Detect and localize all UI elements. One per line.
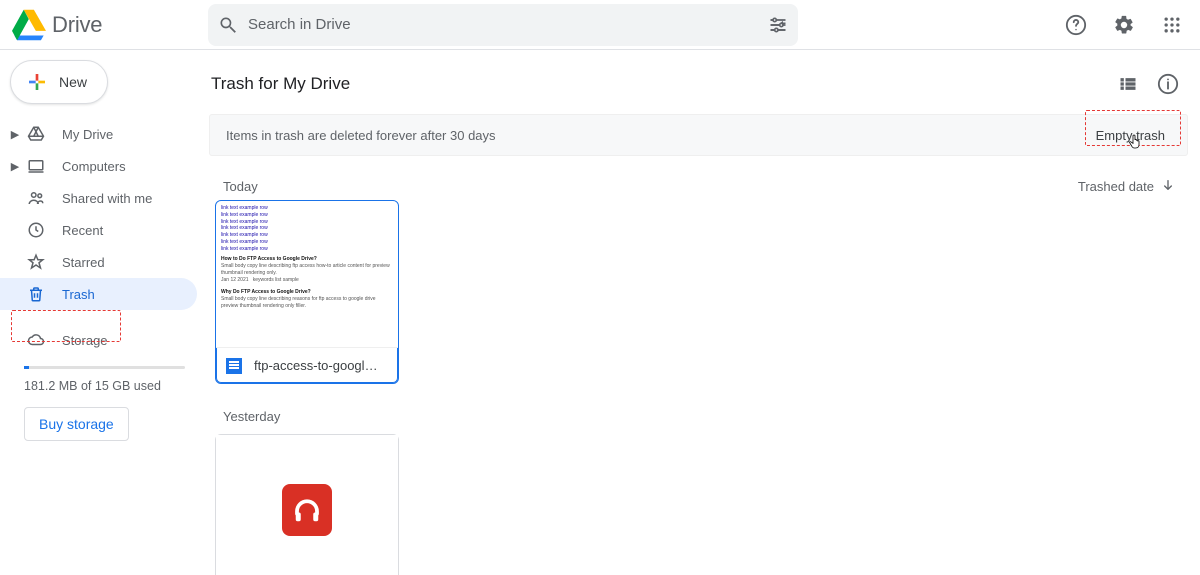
nav-label: Starred [62,255,105,270]
nav-label: My Drive [62,127,113,142]
trash-info-banner: Items in trash are deleted forever after… [209,114,1188,156]
my-drive-icon [26,124,46,144]
arrow-down-icon [1160,178,1176,194]
computer-icon [26,156,46,176]
trash-icon [26,284,46,304]
file-thumbnail: link text example row link text example … [216,201,398,347]
sidebar: New ▶ My Drive ▶ Computers ▶ Shared with… [0,50,209,575]
search-bar[interactable] [208,4,798,46]
file-thumbnail [216,435,398,575]
search-icon [218,15,238,35]
file-grid-today: link text example row link text example … [209,200,1200,384]
buy-storage-button[interactable]: Buy storage [24,407,129,441]
star-icon [26,252,46,272]
section-yesterday-label: Yesterday [223,409,280,424]
main-panel: Trash for My Drive Items in trash are de… [209,50,1200,575]
header-actions [1056,5,1192,45]
nav-label: Computers [62,159,126,174]
settings-gear-icon[interactable] [1104,5,1144,45]
banner-text: Items in trash are deleted forever after… [226,128,1090,143]
sidebar-item-shared[interactable]: ▶ Shared with me [0,182,197,214]
section-yesterday: Yesterday [209,384,1200,428]
search-input[interactable] [248,16,768,33]
page-title: Trash for My Drive [211,74,1108,94]
nav-list: ▶ My Drive ▶ Computers ▶ Shared with me … [0,118,209,356]
storage-block: 181.2 MB of 15 GB used [0,356,209,393]
nav-label: Trash [62,287,95,302]
sidebar-item-trash[interactable]: ▶ Trash [0,278,197,310]
sidebar-item-computers[interactable]: ▶ Computers [0,150,197,182]
apps-grid-icon[interactable] [1152,5,1192,45]
search-options-icon[interactable] [768,15,788,35]
people-icon [26,188,46,208]
chevron-right-icon[interactable]: ▶ [8,160,22,173]
main-header: Trash for My Drive [209,64,1200,114]
help-icon[interactable] [1056,5,1096,45]
section-header-row: Today Trashed date [209,156,1200,200]
clock-icon [26,220,46,240]
sidebar-item-recent[interactable]: ▶ Recent [0,214,197,246]
logo-area[interactable]: Drive [12,8,208,42]
nav-label: Storage [62,333,108,348]
chevron-right-icon[interactable]: ▶ [8,128,22,141]
cloud-icon [26,330,46,350]
file-name-bar: ftp-access-to-google-driv… [216,347,398,383]
info-icon[interactable] [1148,64,1188,104]
sidebar-item-storage[interactable]: ▶ Storage [0,324,197,356]
sidebar-item-starred[interactable]: ▶ Starred [0,246,197,278]
file-card[interactable] [215,434,399,575]
storage-usage-text: 181.2 MB of 15 GB used [24,379,185,393]
file-name: ftp-access-to-google-driv… [254,358,384,373]
drive-logo-icon [12,8,46,42]
section-today-label: Today [223,179,258,194]
sort-label: Trashed date [1078,179,1154,194]
new-button[interactable]: New [10,60,108,104]
nav-label: Recent [62,223,103,238]
product-name: Drive [52,12,102,38]
headphones-app-icon [282,484,332,536]
sidebar-item-my-drive[interactable]: ▶ My Drive [0,118,197,150]
plus-icon [25,70,49,94]
cursor-hand-icon [1127,133,1143,151]
top-bar: Drive [0,0,1200,49]
list-view-icon[interactable] [1108,64,1148,104]
file-card[interactable]: link text example row link text example … [215,200,399,384]
sort-control[interactable]: Trashed date [1078,178,1176,194]
new-button-label: New [59,74,87,90]
storage-bar [24,366,185,369]
docs-file-icon [226,358,242,374]
nav-label: Shared with me [62,191,152,206]
